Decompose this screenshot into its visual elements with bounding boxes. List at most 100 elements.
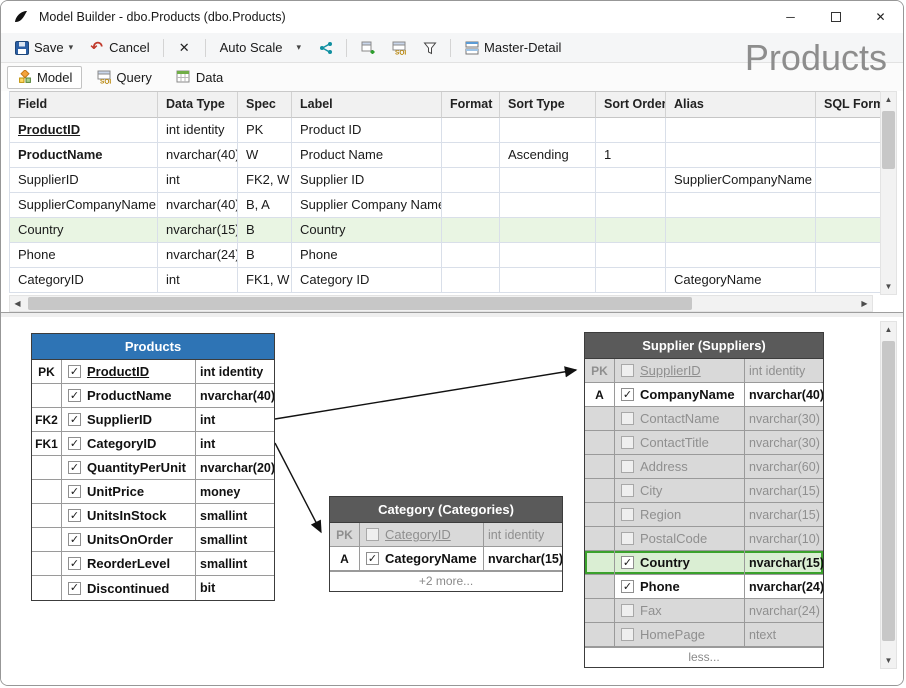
maximize-button[interactable] xyxy=(813,1,858,33)
field-checkbox[interactable] xyxy=(621,508,634,521)
cell-label[interactable]: Category ID xyxy=(292,268,442,293)
cell-field[interactable]: ProductID xyxy=(10,118,158,143)
entity-table-products[interactable]: Products PK ProductID int identity Produ… xyxy=(31,333,275,601)
field-row[interactable]: HomePage ntext xyxy=(585,623,823,647)
cell-sql-formula[interactable] xyxy=(816,193,881,218)
field-row[interactable]: City nvarchar(15) xyxy=(585,479,823,503)
scroll-up-icon[interactable]: ▲ xyxy=(881,92,896,107)
field-checkbox[interactable] xyxy=(68,461,81,474)
cell-sort-type[interactable] xyxy=(500,118,596,143)
field-row[interactable]: Phone nvarchar(24) xyxy=(585,575,823,599)
cell-sort-type[interactable] xyxy=(500,168,596,193)
field-name-cell[interactable]: CategoryID xyxy=(360,523,484,546)
field-row[interactable]: UnitsInStock smallint xyxy=(32,504,274,528)
field-row[interactable]: FK1 CategoryID int xyxy=(32,432,274,456)
field-checkbox[interactable] xyxy=(68,582,81,595)
field-checkbox[interactable] xyxy=(621,436,634,449)
cell-alias[interactable] xyxy=(666,243,816,268)
cell-sort-type[interactable] xyxy=(500,218,596,243)
grid-vscroll-thumb[interactable] xyxy=(882,111,895,169)
cell-field[interactable]: ProductName xyxy=(10,143,158,168)
close-button[interactable]: ✕ xyxy=(858,1,903,33)
cell-sort-type[interactable] xyxy=(500,193,596,218)
cell-sql-formula[interactable] xyxy=(816,168,881,193)
cell-sort-order[interactable] xyxy=(596,243,666,268)
scroll-right-icon[interactable]: ▶ xyxy=(857,296,872,311)
cell-sort-order[interactable] xyxy=(596,218,666,243)
field-name-cell[interactable]: UnitsInStock xyxy=(62,504,196,527)
cell-alias[interactable] xyxy=(666,143,816,168)
cell-sql-formula[interactable] xyxy=(816,243,881,268)
field-row[interactable]: UnitPrice money xyxy=(32,480,274,504)
tab-data[interactable]: Data xyxy=(166,66,233,89)
field-name-cell[interactable]: Fax xyxy=(615,599,745,622)
grid-horizontal-scrollbar[interactable]: ◀ ▶ xyxy=(9,295,873,312)
field-row[interactable]: Region nvarchar(15) xyxy=(585,503,823,527)
cell-format[interactable] xyxy=(442,143,500,168)
field-name-cell[interactable]: ReorderLevel xyxy=(62,552,196,575)
field-name-cell[interactable]: Region xyxy=(615,503,745,526)
cell-format[interactable] xyxy=(442,243,500,268)
field-name-cell[interactable]: Address xyxy=(615,455,745,478)
field-name-cell[interactable]: QuantityPerUnit xyxy=(62,456,196,479)
cell-sql-formula[interactable] xyxy=(816,143,881,168)
diagram-vscroll-thumb[interactable] xyxy=(882,341,895,641)
field-name-cell[interactable]: Discontinued xyxy=(62,576,196,600)
field-name-cell[interactable]: HomePage xyxy=(615,623,745,646)
field-checkbox[interactable] xyxy=(621,532,634,545)
scroll-left-icon[interactable]: ◀ xyxy=(10,296,25,311)
cell-label[interactable]: Phone xyxy=(292,243,442,268)
field-checkbox[interactable] xyxy=(68,557,81,570)
field-row[interactable]: PK CategoryID int identity xyxy=(330,523,562,547)
cell-field[interactable]: Phone xyxy=(10,243,158,268)
field-name-cell[interactable]: Phone xyxy=(615,575,745,598)
cell-sort-type[interactable] xyxy=(500,243,596,268)
field-row[interactable]: PK SupplierID int identity xyxy=(585,359,823,383)
cell-data-type[interactable]: nvarchar(40) xyxy=(158,143,238,168)
cell-data-type[interactable]: nvarchar(24) xyxy=(158,243,238,268)
sql-view-button[interactable]: SQL xyxy=(384,37,413,58)
table-row[interactable]: Country nvarchar(15) B Country xyxy=(10,218,881,243)
field-name-cell[interactable]: City xyxy=(615,479,745,502)
cell-field[interactable]: SupplierCompanyName xyxy=(10,193,158,218)
scroll-down-icon[interactable]: ▼ xyxy=(881,653,896,668)
field-checkbox[interactable] xyxy=(68,389,81,402)
tab-model[interactable]: Model xyxy=(7,66,82,89)
entity-table-category[interactable]: Category (Categories) PK CategoryID int … xyxy=(329,496,563,592)
grid-hscroll-thumb[interactable] xyxy=(28,297,692,310)
field-row[interactable]: ProductName nvarchar(40) xyxy=(32,384,274,408)
cell-format[interactable] xyxy=(442,193,500,218)
scroll-up-icon[interactable]: ▲ xyxy=(881,322,896,337)
cell-sql-formula[interactable] xyxy=(816,218,881,243)
auto-arrange-button[interactable] xyxy=(311,37,340,58)
field-row[interactable]: A CategoryName nvarchar(15) xyxy=(330,547,562,571)
show-less-link[interactable]: less... xyxy=(585,647,823,667)
field-row[interactable]: Address nvarchar(60) xyxy=(585,455,823,479)
field-row[interactable]: QuantityPerUnit nvarchar(20) xyxy=(32,456,274,480)
field-row[interactable]: ContactName nvarchar(30) xyxy=(585,407,823,431)
cell-spec[interactable]: B xyxy=(238,243,292,268)
field-row[interactable]: UnitsOnOrder smallint xyxy=(32,528,274,552)
cell-spec[interactable]: B xyxy=(238,218,292,243)
field-checkbox[interactable] xyxy=(621,412,634,425)
field-row[interactable]: Country nvarchar(15) xyxy=(585,551,823,575)
field-name-cell[interactable]: ProductID xyxy=(62,360,196,383)
cell-sql-formula[interactable] xyxy=(816,268,881,293)
tab-query[interactable]: SQL Query xyxy=(86,66,161,89)
table-row[interactable]: CategoryID int FK1, W Category ID Catego… xyxy=(10,268,881,293)
cell-alias[interactable]: CategoryName xyxy=(666,268,816,293)
field-name-cell[interactable]: CategoryName xyxy=(360,547,484,570)
table-row[interactable]: ProductName nvarchar(40) W Product Name … xyxy=(10,143,881,168)
field-name-cell[interactable]: SupplierID xyxy=(62,408,196,431)
field-checkbox[interactable] xyxy=(366,528,379,541)
entity-table-supplier[interactable]: Supplier (Suppliers) PK SupplierID int i… xyxy=(584,332,824,668)
cell-sort-order[interactable] xyxy=(596,168,666,193)
cell-format[interactable] xyxy=(442,218,500,243)
field-row[interactable]: PK ProductID int identity xyxy=(32,360,274,384)
grid-vertical-scrollbar[interactable]: ▲ ▼ xyxy=(880,91,897,295)
field-checkbox[interactable] xyxy=(621,364,634,377)
cell-alias[interactable] xyxy=(666,218,816,243)
field-checkbox[interactable] xyxy=(68,365,81,378)
field-checkbox[interactable] xyxy=(621,460,634,473)
cell-sort-order[interactable] xyxy=(596,118,666,143)
